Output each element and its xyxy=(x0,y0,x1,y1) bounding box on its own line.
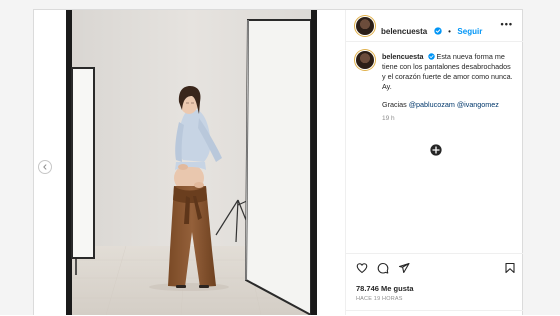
likes-count[interactable]: 78.746 Me gusta xyxy=(356,284,414,293)
photo-scene xyxy=(66,10,317,315)
comment-icon[interactable] xyxy=(377,262,389,274)
verified-badge-icon xyxy=(427,53,435,60)
chevron-left-icon xyxy=(43,164,47,170)
separator-dot: • xyxy=(448,27,451,36)
caption-thanks: Gracias @pablucozam @ivangomez xyxy=(382,100,516,109)
author-avatar[interactable] xyxy=(356,17,374,35)
author-username[interactable]: belencuesta xyxy=(381,27,427,36)
more-options-icon[interactable]: ••• xyxy=(501,19,513,29)
caption-username[interactable]: belencuesta xyxy=(382,52,424,61)
follow-button[interactable]: Seguir xyxy=(457,27,482,36)
mention-link-1[interactable]: @pablucozam xyxy=(409,100,455,109)
caption-time[interactable]: 19 h xyxy=(382,115,516,122)
post-timestamp[interactable]: HACE 19 HORAS xyxy=(356,296,403,302)
post-sidebar: belencuesta • Seguir ••• belencuesta Est… xyxy=(345,10,523,316)
heart-icon[interactable] xyxy=(356,262,368,274)
paper-plane-icon[interactable] xyxy=(398,262,410,274)
post-header: belencuesta • Seguir ••• xyxy=(346,10,523,42)
post-photo[interactable] xyxy=(66,10,317,315)
action-bar xyxy=(346,253,523,275)
add-circle-icon[interactable] xyxy=(430,144,442,156)
comment-input-bar xyxy=(346,310,523,316)
post-caption: belencuesta Esta nueva forma me tiene co… xyxy=(356,52,516,122)
mention-link-2[interactable]: @ivangomez xyxy=(457,100,499,109)
header-meta: belencuesta • Seguir xyxy=(381,21,482,39)
caption-text: belencuesta Esta nueva forma me tiene co… xyxy=(382,52,516,92)
page-background: belencuesta • Seguir ••• belencuesta Est… xyxy=(0,0,560,315)
verified-badge-icon xyxy=(434,27,442,35)
bookmark-icon[interactable] xyxy=(504,262,516,274)
thanks-prefix: Gracias xyxy=(382,100,409,109)
previous-post-button[interactable] xyxy=(38,160,52,174)
